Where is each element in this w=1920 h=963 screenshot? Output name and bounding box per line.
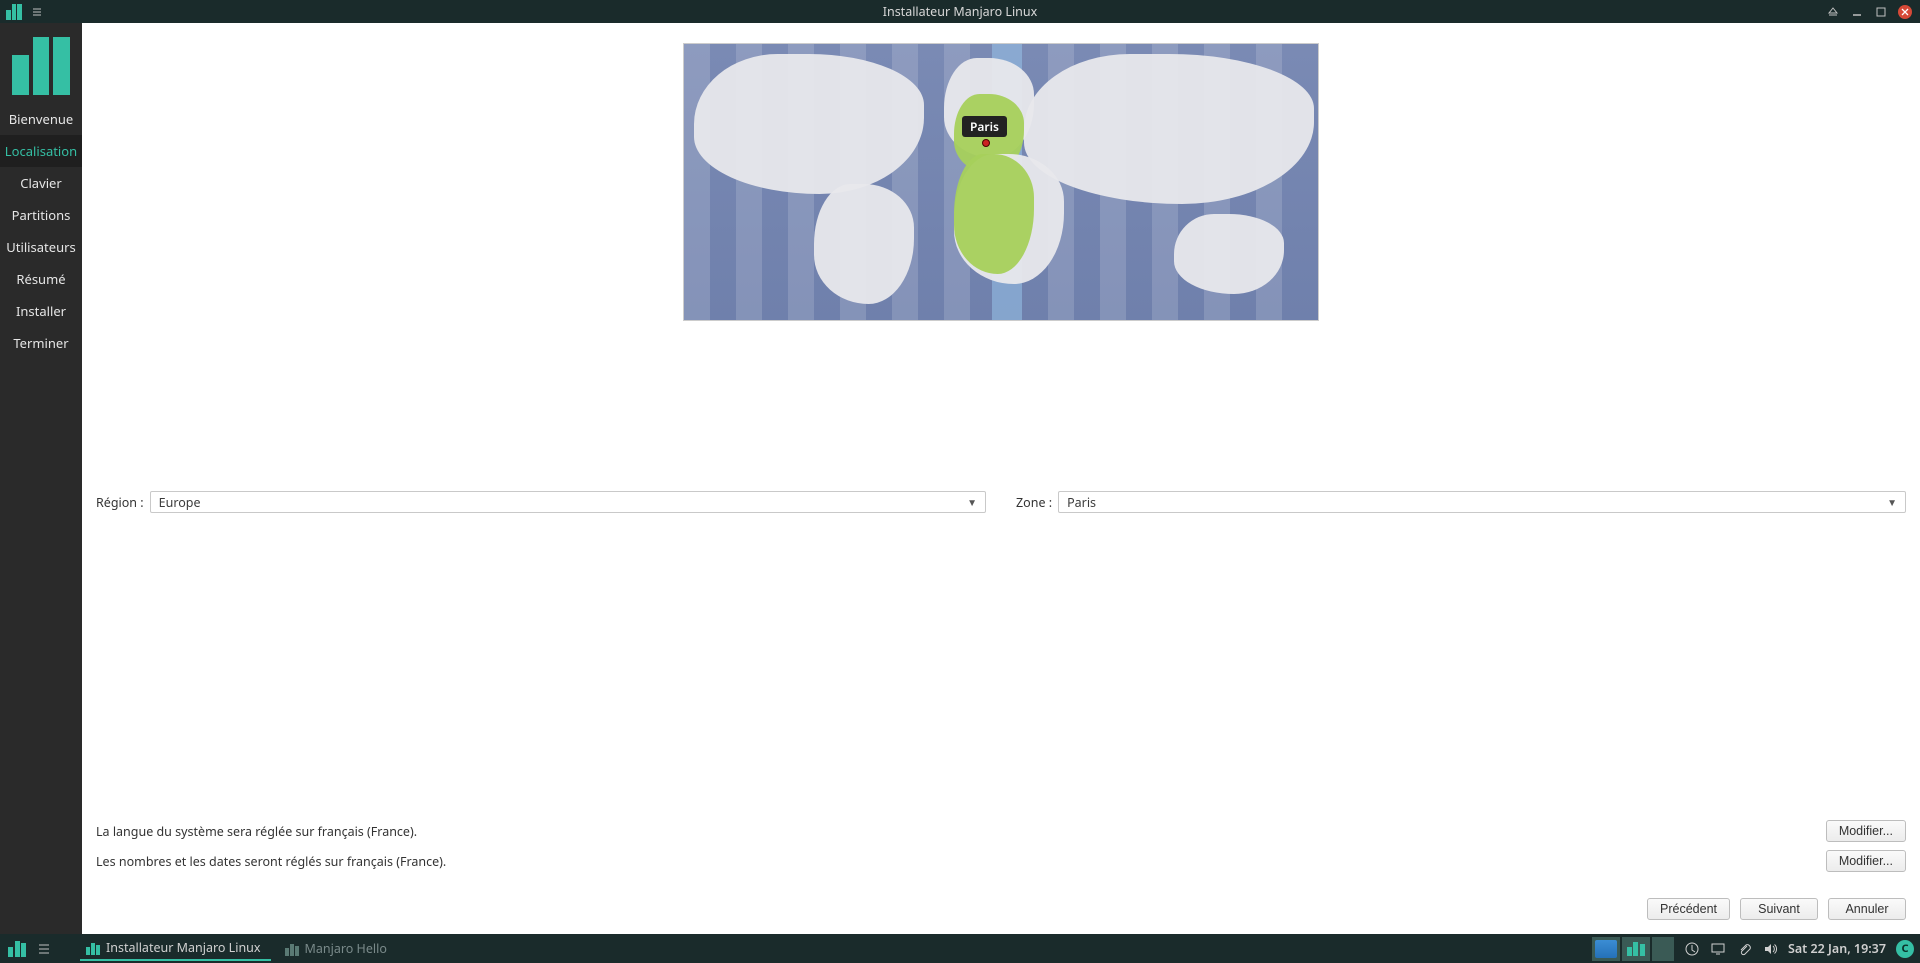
content-area: Paris Région : Europe ▼ Zone : Paris ▼: [82, 23, 1920, 934]
desktop-preview-icon: [1625, 940, 1647, 958]
region-select[interactable]: Europe ▼: [150, 491, 986, 513]
sidebar-item-terminer[interactable]: Terminer: [0, 327, 82, 359]
maximize-icon[interactable]: [1874, 5, 1888, 19]
region-value: Europe: [159, 494, 201, 511]
cancel-button[interactable]: Annuler: [1828, 898, 1906, 920]
chevron-down-icon: ▼: [1887, 495, 1897, 509]
zone-value: Paris: [1067, 494, 1096, 511]
attachment-icon[interactable]: [1736, 941, 1752, 957]
clock[interactable]: Sat 22 Jan, 19:37: [1788, 940, 1886, 957]
chevron-down-icon: ▼: [967, 495, 977, 509]
window-menu-icon[interactable]: [30, 5, 44, 19]
timezone-map[interactable]: Paris: [683, 43, 1319, 321]
zone-label: Zone :: [1016, 494, 1052, 511]
map-pin: [982, 139, 990, 147]
desktop-preview-icon: [1595, 940, 1617, 958]
sidebar-item-partitions[interactable]: Partitions: [0, 199, 82, 231]
sidebar-item-clavier[interactable]: Clavier: [0, 167, 82, 199]
taskbar-item-installer[interactable]: Installateur Manjaro Linux: [80, 936, 271, 961]
workspace-switcher[interactable]: [1592, 937, 1674, 961]
language-info-text: La langue du système sera réglée sur fra…: [96, 823, 417, 840]
modify-language-button[interactable]: Modifier...: [1826, 820, 1906, 842]
next-button[interactable]: Suivant: [1740, 898, 1818, 920]
menu-icon[interactable]: [36, 941, 52, 957]
modify-numbers-button[interactable]: Modifier...: [1826, 850, 1906, 872]
session-icon[interactable]: C: [1896, 940, 1914, 958]
app-icon: [86, 941, 100, 955]
display-icon[interactable]: [1710, 941, 1726, 957]
previous-button[interactable]: Précédent: [1647, 898, 1730, 920]
taskbar-item-label: Manjaro Hello: [305, 940, 387, 957]
close-icon[interactable]: [1898, 5, 1912, 19]
sidebar-item-localisation[interactable]: Localisation: [0, 135, 82, 167]
taskbar: Installateur Manjaro Linux Manjaro Hello…: [0, 934, 1920, 963]
installer-sidebar: Bienvenue Localisation Clavier Partition…: [0, 23, 82, 934]
app-icon: [285, 942, 299, 956]
numbers-info-text: Les nombres et les dates seront réglés s…: [96, 853, 446, 870]
window-titlebar: Installateur Manjaro Linux: [0, 0, 1920, 23]
manjaro-logo: [0, 23, 82, 103]
zone-select[interactable]: Paris ▼: [1058, 491, 1906, 513]
sidebar-item-utilisateurs[interactable]: Utilisateurs: [0, 231, 82, 263]
region-label: Région :: [96, 494, 144, 511]
updates-icon[interactable]: [1684, 941, 1700, 957]
sidebar-item-installer[interactable]: Installer: [0, 295, 82, 327]
window-title: Installateur Manjaro Linux: [0, 3, 1920, 20]
taskbar-item-label: Installateur Manjaro Linux: [106, 939, 261, 956]
map-pin-label: Paris: [962, 116, 1007, 137]
volume-icon[interactable]: [1762, 941, 1778, 957]
keep-above-icon[interactable]: [1826, 5, 1840, 19]
sidebar-item-bienvenue[interactable]: Bienvenue: [0, 103, 82, 135]
minimize-icon[interactable]: [1850, 5, 1864, 19]
app-icon: [6, 4, 22, 20]
sidebar-item-resume[interactable]: Résumé: [0, 263, 82, 295]
start-menu-button[interactable]: [6, 938, 28, 960]
taskbar-item-hello[interactable]: Manjaro Hello: [279, 937, 397, 960]
